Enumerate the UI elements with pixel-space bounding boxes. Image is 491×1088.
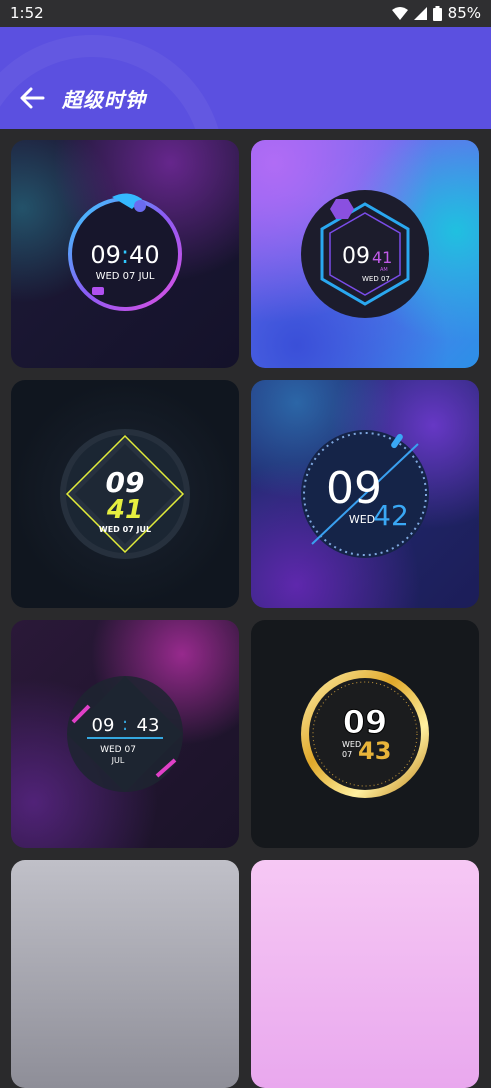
face1-time: 09:40 — [90, 241, 159, 269]
face1-date: WED 07 JUL — [96, 271, 155, 282]
watch-face-card-1[interactable]: 09:40 WED 07 JUL — [11, 140, 239, 368]
face4-minute: 42 — [373, 499, 409, 532]
watch-face-3: 09 41 WED 07 JUL — [60, 429, 190, 559]
watch-face-2: 09 41 AM WED 07 — [301, 190, 429, 318]
face5-month: JUL — [111, 756, 125, 765]
header-decoration — [0, 35, 224, 129]
signal-icon — [413, 6, 427, 20]
watch-face-card-4[interactable]: 09 WED 42 — [251, 380, 479, 608]
watch-face-card-3[interactable]: 09 41 WED 07 JUL — [11, 380, 239, 608]
face5-minute: 43 — [137, 715, 160, 736]
face2-date: WED 07 — [362, 275, 390, 283]
watch-face-1: 09:40 WED 07 JUL — [68, 193, 182, 311]
watch-face-grid: 09:40 WED 07 JUL 09 41 AM WED 07 09 41 W… — [0, 129, 491, 1088]
app-bar: 超级时钟 — [0, 27, 491, 129]
wifi-icon — [391, 6, 408, 20]
watch-face-card-8[interactable] — [251, 860, 479, 1088]
battery-icon — [432, 5, 442, 21]
face5-colon: : — [122, 714, 128, 735]
face6-date: 07 — [342, 750, 352, 759]
face5-hour: 09 — [92, 715, 115, 736]
page-title: 超级时钟 — [62, 88, 146, 112]
watch-face-4: 09 WED 42 — [301, 430, 429, 558]
watch-face-5: 09 : 43 WED 07 JUL — [67, 676, 183, 792]
watch-face-card-2[interactable]: 09 41 AM WED 07 — [251, 140, 479, 368]
face2-ampm: AM — [380, 267, 388, 273]
face3-date: WED 07 JUL — [99, 525, 151, 534]
watch-face-card-6[interactable]: 09 WED 07 43 — [251, 620, 479, 848]
face5-daydate: WED 07 — [100, 745, 136, 755]
status-icons: 85% — [391, 4, 481, 22]
face3-minute: 41 — [106, 495, 143, 525]
watch-face-6: 09 WED 07 43 — [301, 670, 429, 798]
battery-percent: 85% — [447, 4, 481, 22]
status-bar: 1:52 85% — [0, 0, 491, 27]
face2-minute: 41 — [372, 248, 392, 267]
watch-face-card-7[interactable] — [11, 860, 239, 1088]
face2-hour: 09 — [342, 244, 370, 269]
face4-day: WED — [349, 513, 375, 526]
watch-face-card-5[interactable]: 09 : 43 WED 07 JUL — [11, 620, 239, 848]
back-arrow-icon[interactable] — [18, 85, 46, 111]
status-time: 1:52 — [10, 4, 44, 22]
face6-minute: 43 — [358, 737, 391, 765]
face6-hour: 09 — [343, 703, 388, 741]
